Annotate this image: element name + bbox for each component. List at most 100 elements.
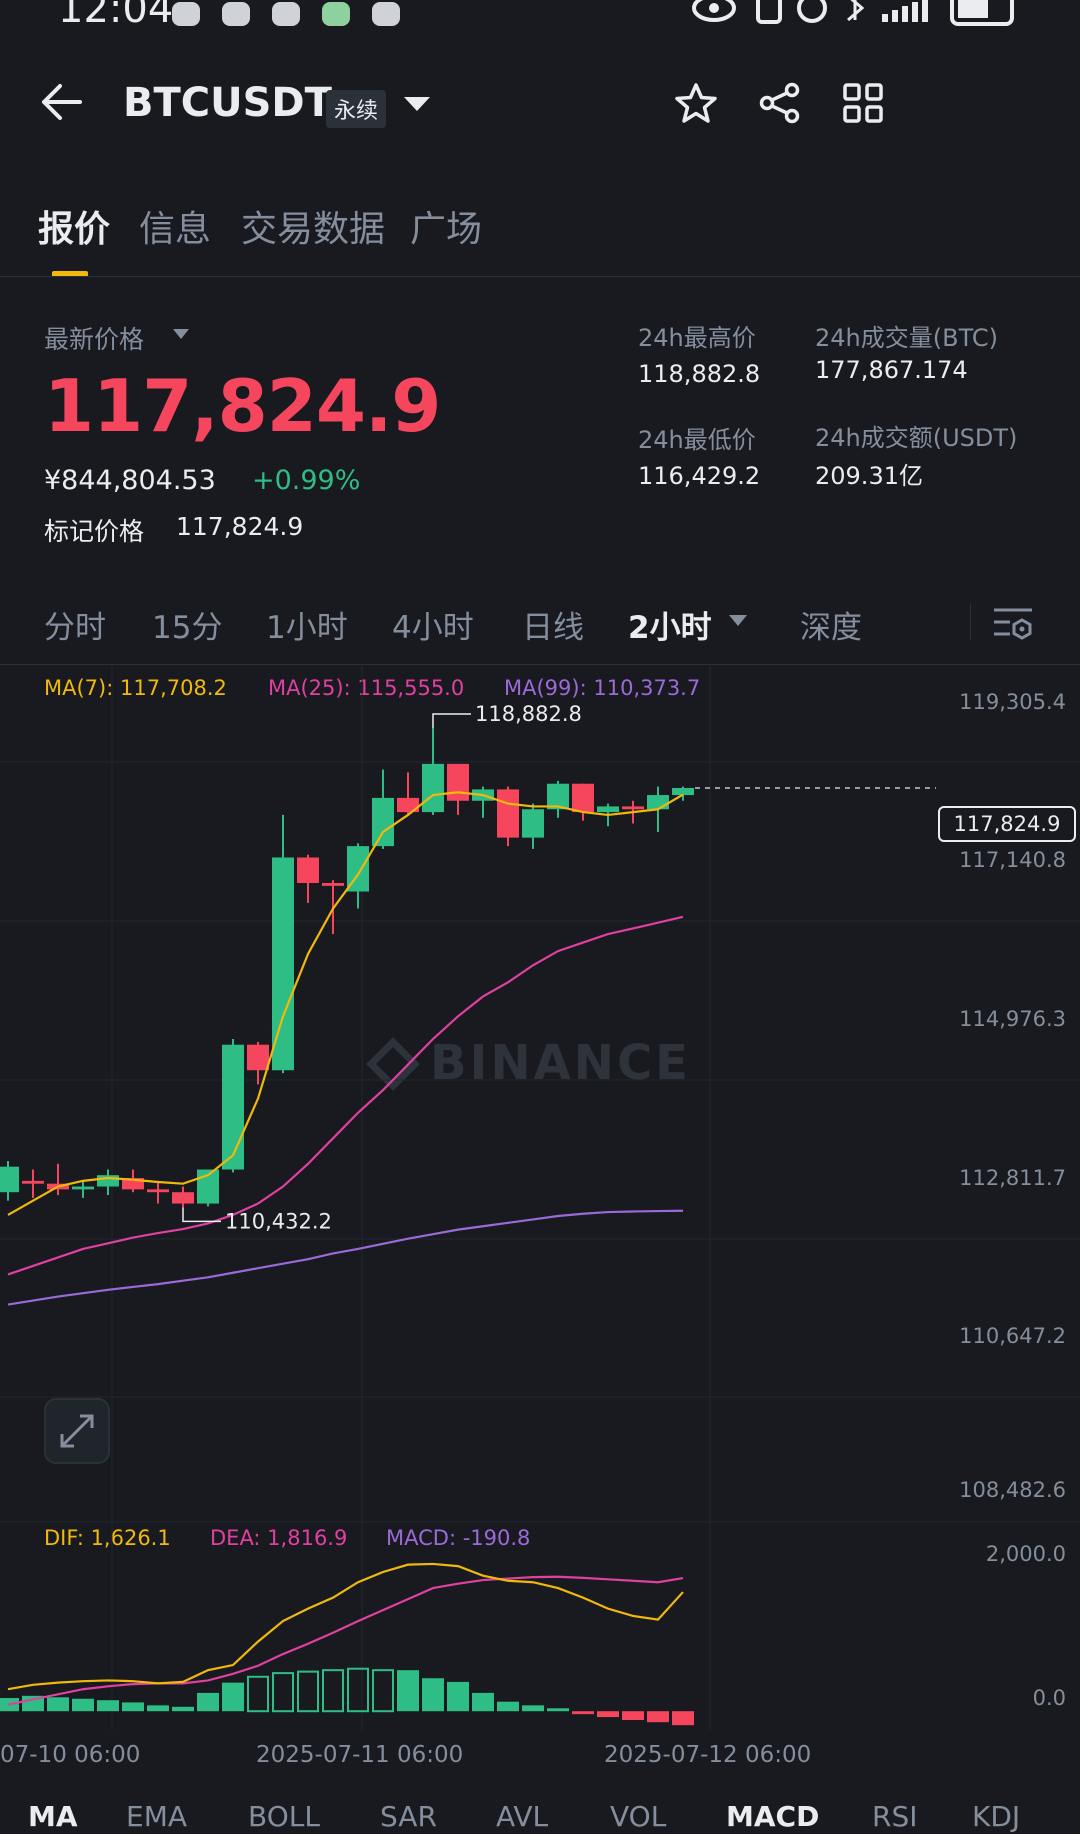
- price-cny: ¥844,804.53: [44, 465, 216, 496]
- macd-histogram-bar: [72, 1698, 94, 1712]
- system-status-icons: [692, 0, 1014, 26]
- candle-body: [572, 783, 594, 813]
- tab-square[interactable]: 广场: [410, 200, 482, 252]
- macd-histogram-bar: [147, 1705, 169, 1712]
- timeframe-4h[interactable]: 4小时: [392, 602, 474, 647]
- caret-down-icon[interactable]: [728, 614, 748, 628]
- dea-line: [7, 1575, 684, 1706]
- chart-settings-icon[interactable]: [992, 606, 1034, 640]
- status-bar: 12:04: [0, 0, 1080, 40]
- expand-chart-button[interactable]: [44, 1398, 110, 1464]
- candle-body: [672, 787, 694, 796]
- symbol-title[interactable]: BTCUSDT: [123, 80, 332, 126]
- timeframe-2h[interactable]: 2小时: [628, 602, 712, 647]
- candle-body: [322, 883, 344, 886]
- candle-body: [497, 789, 519, 838]
- grid-menu-icon[interactable]: [842, 82, 884, 124]
- caret-down-icon[interactable]: [172, 328, 190, 340]
- indicator-tab-macd[interactable]: MACD: [726, 1800, 819, 1833]
- share-icon[interactable]: [758, 82, 802, 124]
- tab-quote[interactable]: 报价: [38, 200, 110, 252]
- macd-histogram-bar: [122, 1702, 144, 1712]
- macd-histogram-bar: [97, 1700, 119, 1712]
- candle-body: [222, 1044, 244, 1170]
- caret-down-icon[interactable]: [402, 94, 432, 114]
- macd-histogram-bar: [422, 1678, 444, 1712]
- candle-body: [422, 763, 444, 813]
- low-24h-label: 24h最低价: [638, 426, 756, 454]
- x-axis-label: 07-10 06:00: [0, 1742, 141, 1768]
- low-24h-value: 116,429.2: [638, 462, 761, 490]
- candle-body: [597, 806, 619, 813]
- turnover-24h-value: 209.31亿: [815, 462, 923, 490]
- candle-body: [622, 806, 644, 810]
- macd-histogram-bar: [372, 1669, 394, 1713]
- timeframe-depth[interactable]: 深度: [800, 602, 862, 647]
- contract-type-badge: 永续: [326, 90, 387, 128]
- status-time: 12:04: [58, 0, 174, 32]
- turnover-24h-label: 24h成交额(USDT): [815, 424, 1018, 452]
- timeframe-15m[interactable]: 15分: [152, 602, 222, 647]
- timeframe-1d[interactable]: 日线: [522, 602, 584, 647]
- star-icon[interactable]: [674, 82, 718, 124]
- candle-body: [172, 1192, 194, 1204]
- low-annotation-line: [182, 1207, 221, 1223]
- back-arrow-icon[interactable]: [40, 82, 84, 122]
- indicator-tab-rsi[interactable]: RSI: [872, 1800, 918, 1833]
- macd-chart: [0, 1520, 1080, 1730]
- divider: [970, 604, 971, 640]
- macd-histogram-bar: [297, 1670, 319, 1713]
- candle-body: [447, 763, 469, 801]
- candle-body: [522, 809, 544, 838]
- tab-trading-data[interactable]: 交易数据: [241, 200, 385, 252]
- macd-histogram-bar: [272, 1672, 294, 1713]
- indicator-tab-ma[interactable]: MA: [28, 1800, 78, 1833]
- candlestick-chart[interactable]: 118,882.8 110,432.2: [0, 664, 1080, 1524]
- candle-body: [647, 795, 669, 810]
- high-annotation: 118,882.8: [475, 702, 582, 726]
- grid-lines: [0, 664, 1080, 1524]
- candle-body: [0, 1166, 19, 1193]
- indicator-tab-kdj[interactable]: KDJ: [972, 1800, 1020, 1833]
- low-annotation: 110,432.2: [225, 1209, 332, 1233]
- macd-histogram-bar: [597, 1711, 619, 1718]
- candle-body: [247, 1044, 269, 1071]
- macd-histogram-bar: [447, 1681, 469, 1712]
- indicator-tab-avl[interactable]: AVL: [496, 1800, 548, 1833]
- x-axis-label: 2025-07-11 06:00: [256, 1742, 464, 1768]
- candle-body: [147, 1189, 169, 1193]
- macd-histogram-bar: [522, 1705, 544, 1712]
- macd-histogram-bar: [197, 1692, 219, 1712]
- volume-24h-value: 177,867.174: [815, 356, 968, 384]
- indicator-tab-vol[interactable]: VOL: [610, 1800, 666, 1833]
- last-price: 117,824.9: [44, 364, 441, 448]
- high-24h-label: 24h最高价: [638, 324, 756, 352]
- divider: [0, 276, 1080, 277]
- macd-histogram-bar: [47, 1697, 69, 1712]
- tab-info[interactable]: 信息: [139, 200, 211, 252]
- indicator-tab-ema[interactable]: EMA: [126, 1800, 187, 1833]
- macd-histogram-bar: [347, 1667, 369, 1713]
- notification-icon: [322, 2, 350, 26]
- macd-histogram-bar: [622, 1711, 644, 1720]
- expand-icon: [60, 1414, 94, 1448]
- notification-icon: [222, 2, 250, 26]
- macd-histogram-bar: [247, 1675, 269, 1713]
- candle-body: [372, 797, 394, 847]
- macd-histogram-bar: [672, 1711, 694, 1726]
- indicator-tab-boll[interactable]: BOLL: [248, 1800, 320, 1833]
- macd-histogram-bar: [497, 1701, 519, 1712]
- macd-histogram-bar: [647, 1711, 669, 1723]
- last-price-label[interactable]: 最新价格: [44, 320, 144, 356]
- notification-icon: [272, 2, 300, 26]
- high-annotation-line: [432, 713, 471, 728]
- indicator-tab-sar[interactable]: SAR: [380, 1800, 437, 1833]
- macd-histogram-bar: [222, 1682, 244, 1712]
- timeframe-time[interactable]: 分时: [44, 602, 106, 647]
- timeframe-1h[interactable]: 1小时: [266, 602, 348, 647]
- macd-histogram-bar: [472, 1692, 494, 1712]
- macd-histogram-bar: [547, 1708, 569, 1712]
- x-axis-label: 2025-07-12 06:00: [604, 1742, 812, 1768]
- volume-24h-label: 24h成交量(BTC): [815, 324, 998, 352]
- notification-icon: [172, 2, 200, 26]
